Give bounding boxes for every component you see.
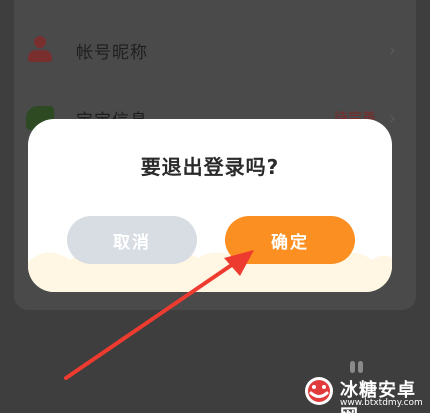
chevron-right-icon: › [388,40,396,61]
user-avatar-icon [26,36,56,66]
chevron-right-icon: › [388,108,396,129]
watermark-url: www.btxtdmy.com [340,398,423,408]
cancel-button[interactable]: 取消 [67,216,197,264]
watermark-logo-icon [305,377,333,405]
account-nickname-label: 帐号昵称 [76,43,148,63]
watermark: 冰糖安卓网 www.btxtdmy.com [296,374,430,413]
screen: 帐号昵称 › 宝宝信息 待完善 › 要退出登录吗? 取消 确定 [0,0,430,413]
confirm-button[interactable]: 确定 [225,216,355,264]
dialog-title: 要退出登录吗? [140,155,280,179]
logout-dialog: 要退出登录吗? 取消 确定 [28,119,392,292]
account-nickname-row[interactable]: 帐号昵称 › [14,22,416,82]
